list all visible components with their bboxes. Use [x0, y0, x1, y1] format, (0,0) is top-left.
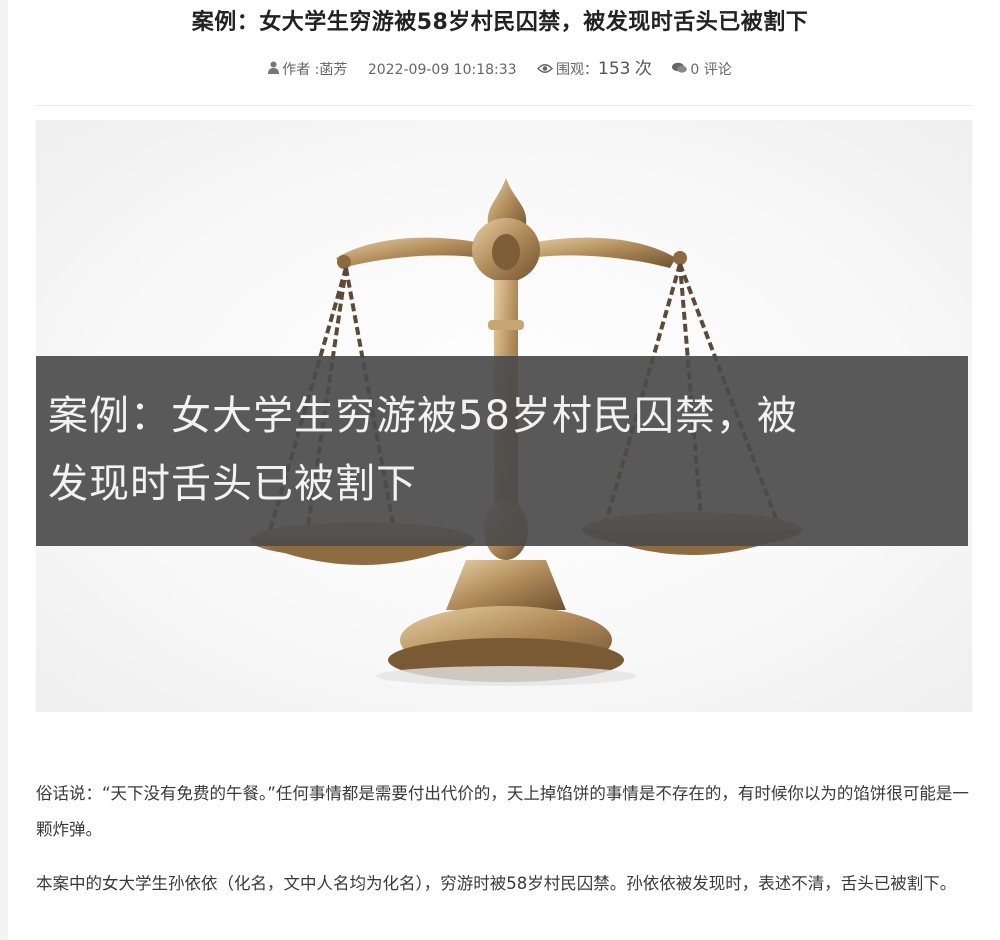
user-icon — [268, 59, 280, 81]
header-divider — [36, 105, 972, 106]
hero-caption-text: 案例：女大学生穷游被58岁村民囚禁，被 发现时舌头已被割下 — [48, 382, 948, 518]
comment-icon — [672, 59, 688, 81]
views-label: 围观： — [556, 62, 599, 78]
comments-number: 0 — [690, 62, 700, 78]
hero-caption-line-1: 案例：女大学生穷游被58岁村民囚禁，被 — [48, 393, 798, 439]
hero-caption-overlay: 案例：女大学生穷游被58岁村民囚禁，被 发现时舌头已被割下 — [36, 356, 968, 546]
views-number: 153 — [598, 59, 631, 79]
left-edge — [0, 0, 8, 940]
author-info: 作者 :菡芳 — [268, 59, 352, 81]
view-count: 围观：153 次 — [537, 59, 656, 81]
author-name[interactable]: 菡芳 — [319, 62, 347, 78]
views-unit: 次 — [634, 59, 652, 79]
comments-label: 评论 — [703, 62, 732, 78]
hero-caption-line-2: 发现时舌头已被割下 — [48, 461, 417, 507]
eye-icon — [537, 59, 553, 81]
hero-image: 案例：女大学生穷游被58岁村民囚禁，被 发现时舌头已被割下 — [36, 120, 972, 712]
author-label: 作者 : — [282, 62, 320, 78]
article-paragraph-1: 俗话说：“天下没有免费的午餐。”任何事情都是需要付出代价的，天上掉馅饼的事情是不… — [36, 784, 969, 839]
article-page: 案例：女大学生穷游被58岁村民囚禁，被发现时舌头已被割下 作者 :菡芳 2022… — [0, 0, 1000, 940]
article-meta: 作者 :菡芳 2022-09-09 10:18:33 围观：153 次 0 评论 — [0, 58, 1000, 81]
article-paragraph-2: 本案中的女大学生孙依依（化名，文中人名均为化名），穷游时被58岁村民囚禁。孙依依… — [36, 874, 957, 893]
publish-datetime: 2022-09-09 10:18:33 — [367, 62, 517, 78]
article-title: 案例：女大学生穷游被58岁村民囚禁，被发现时舌头已被割下 — [191, 10, 809, 35]
comment-count[interactable]: 0 评论 — [672, 59, 732, 81]
